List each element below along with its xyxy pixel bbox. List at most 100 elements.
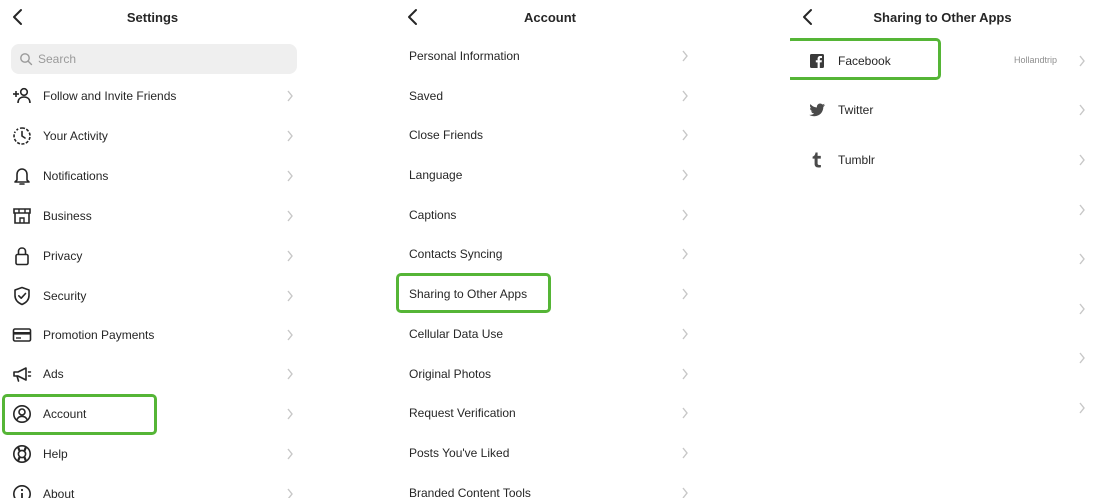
settings-item-follow-invite[interactable]: Follow and Invite Friends bbox=[11, 76, 299, 116]
settings-item-your-activity[interactable]: Your Activity bbox=[11, 116, 299, 156]
chevron-right-icon bbox=[287, 170, 293, 182]
page-title: Account bbox=[524, 10, 576, 25]
settings-item-ads[interactable]: Ads bbox=[11, 354, 299, 394]
chevron-right-icon bbox=[1079, 303, 1085, 315]
account-item-label: Personal Information bbox=[409, 49, 520, 63]
settings-item-promotion-payments[interactable]: Promotion Payments bbox=[11, 315, 299, 355]
chevron-right-icon bbox=[682, 447, 688, 459]
settings-item-label: Follow and Invite Friends bbox=[43, 89, 177, 103]
chevron-right-icon bbox=[1079, 154, 1085, 166]
chevron-right-icon bbox=[682, 487, 688, 498]
settings-item-label: Account bbox=[43, 407, 87, 421]
settings-item-business[interactable]: Business bbox=[11, 196, 299, 236]
account-item-personal-information[interactable]: Personal Information bbox=[409, 36, 699, 76]
account-item-saved[interactable]: Saved bbox=[409, 76, 699, 116]
sharing-item-facebook[interactable]: Facebook Hollandtrip bbox=[806, 41, 1095, 81]
chevron-right-icon bbox=[287, 290, 293, 302]
chevron-right-icon bbox=[682, 50, 688, 62]
card-icon bbox=[11, 324, 33, 346]
chevron-right-icon bbox=[682, 209, 688, 221]
page-title: Sharing to Other Apps bbox=[873, 10, 1012, 25]
settings-item-privacy[interactable]: Privacy bbox=[11, 236, 299, 276]
shield-check-icon bbox=[11, 285, 33, 307]
settings-item-label: Help bbox=[43, 447, 68, 461]
chevron-right-icon bbox=[682, 90, 688, 102]
settings-item-label: About bbox=[43, 487, 75, 498]
account-item-branded-content-tools[interactable]: Branded Content Tools bbox=[409, 473, 699, 498]
account-item-label: Posts You've Liked bbox=[409, 446, 510, 460]
chevron-right-icon bbox=[287, 210, 293, 222]
chevron-right-icon bbox=[287, 448, 293, 460]
account-item-captions[interactable]: Captions bbox=[409, 195, 699, 235]
chevron-right-icon bbox=[1079, 253, 1085, 265]
account-item-close-friends[interactable]: Close Friends bbox=[409, 115, 699, 155]
chevron-right-icon bbox=[682, 248, 688, 260]
chevron-right-icon bbox=[1079, 402, 1085, 414]
chevron-right-icon bbox=[287, 130, 293, 142]
chevron-right-icon bbox=[287, 368, 293, 380]
account-header: Account bbox=[395, 0, 705, 36]
account-item-original-photos[interactable]: Original Photos bbox=[409, 354, 699, 394]
account-item-posts-liked[interactable]: Posts You've Liked bbox=[409, 433, 699, 473]
settings-item-label: Notifications bbox=[43, 169, 109, 183]
shop-icon bbox=[11, 205, 33, 227]
chevron-right-icon bbox=[682, 129, 688, 141]
account-item-label: Original Photos bbox=[409, 367, 492, 381]
search-input[interactable]: Search bbox=[11, 44, 297, 74]
sharing-panel: Sharing to Other Apps Facebook Hollandtr… bbox=[790, 0, 1095, 498]
account-panel: Account Personal Information Saved Close… bbox=[395, 0, 705, 498]
chevron-right-icon bbox=[287, 329, 293, 341]
search-icon bbox=[20, 53, 33, 66]
sharing-header: Sharing to Other Apps bbox=[790, 0, 1095, 36]
chevron-right-icon bbox=[682, 368, 688, 380]
twitter-icon bbox=[806, 99, 828, 121]
account-item-label: Sharing to Other Apps bbox=[409, 287, 528, 301]
settings-item-label: Your Activity bbox=[43, 129, 108, 143]
settings-item-notifications[interactable]: Notifications bbox=[11, 156, 299, 196]
activity-icon bbox=[11, 125, 33, 147]
settings-item-help[interactable]: Help bbox=[11, 434, 299, 474]
tumblr-icon bbox=[806, 149, 828, 171]
linked-account-name: Hollandtrip bbox=[1013, 55, 1057, 65]
account-circle-icon bbox=[11, 403, 33, 425]
add-person-icon bbox=[11, 85, 33, 107]
chevron-right-icon bbox=[682, 169, 688, 181]
account-item-sharing-to-other-apps[interactable]: Sharing to Other Apps bbox=[409, 274, 699, 314]
facebook-icon bbox=[806, 50, 828, 72]
account-item-label: Contacts Syncing bbox=[409, 247, 503, 261]
account-item-label: Saved bbox=[409, 89, 444, 103]
sharing-item-label: Twitter bbox=[838, 103, 874, 117]
settings-item-label: Promotion Payments bbox=[43, 328, 155, 342]
settings-item-account[interactable]: Account bbox=[11, 394, 299, 434]
account-item-language[interactable]: Language bbox=[409, 155, 699, 195]
sharing-item-tumblr[interactable]: Tumblr bbox=[806, 140, 1095, 180]
chevron-right-icon bbox=[1079, 352, 1085, 364]
account-item-cellular-data-use[interactable]: Cellular Data Use bbox=[409, 314, 699, 354]
sharing-item-label: Tumblr bbox=[838, 153, 875, 167]
chevron-right-icon bbox=[287, 250, 293, 262]
chevron-right-icon bbox=[682, 407, 688, 419]
settings-item-security[interactable]: Security bbox=[11, 276, 299, 316]
chevron-right-icon bbox=[287, 90, 293, 102]
bell-icon bbox=[11, 165, 33, 187]
account-item-label: Close Friends bbox=[409, 128, 484, 142]
page-title: Settings bbox=[126, 10, 179, 25]
chevron-right-icon bbox=[1079, 104, 1085, 116]
account-item-contacts-syncing[interactable]: Contacts Syncing bbox=[409, 234, 699, 274]
search-placeholder: Search bbox=[38, 52, 77, 66]
chevron-right-icon bbox=[287, 408, 293, 420]
settings-item-label: Ads bbox=[43, 367, 64, 381]
settings-item-label: Business bbox=[43, 209, 92, 223]
account-item-label: Captions bbox=[409, 208, 457, 222]
account-item-request-verification[interactable]: Request Verification bbox=[409, 393, 699, 433]
settings-panel: Settings Search Follow and Invite Friend… bbox=[0, 0, 305, 498]
settings-header: Settings bbox=[0, 0, 305, 36]
account-item-label: Language bbox=[409, 168, 463, 182]
sharing-item-twitter[interactable]: Twitter bbox=[806, 90, 1095, 130]
chevron-right-icon bbox=[682, 328, 688, 340]
chevron-right-icon bbox=[1079, 55, 1085, 67]
settings-item-label: Security bbox=[43, 289, 87, 303]
lifebuoy-icon bbox=[11, 443, 33, 465]
screenshot-stage: Settings Search Follow and Invite Friend… bbox=[0, 0, 1095, 498]
settings-item-about[interactable]: About bbox=[11, 474, 299, 498]
